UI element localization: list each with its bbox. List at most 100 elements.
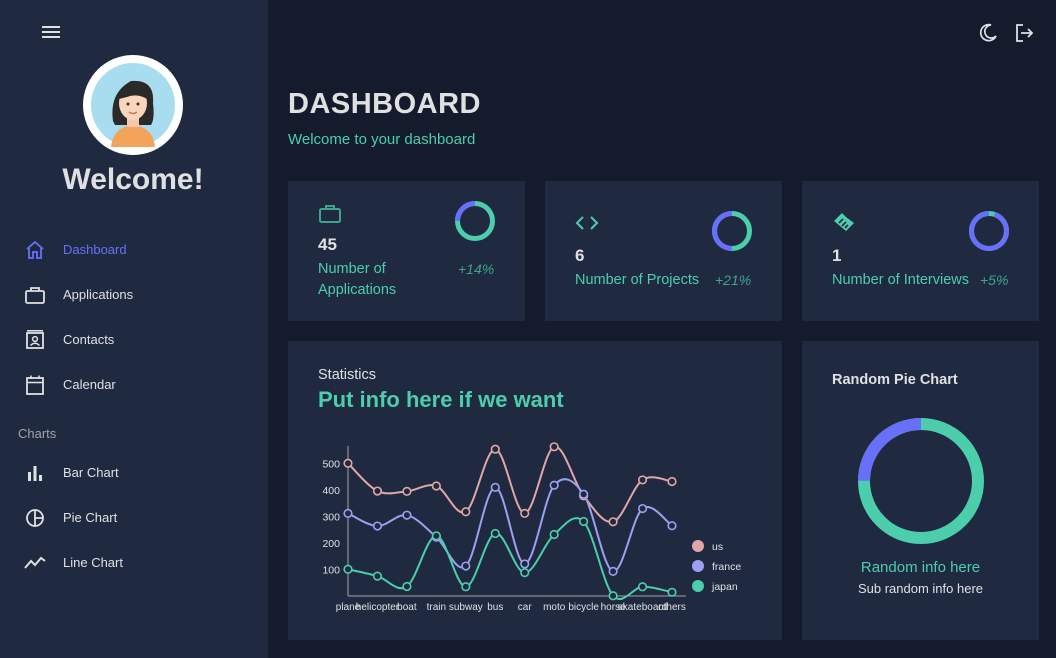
y-tick-label: 500: [322, 459, 340, 471]
briefcase-icon: [25, 287, 45, 304]
data-point-japan: [343, 564, 353, 574]
stat-label: Number of Interviews: [832, 272, 969, 288]
x-tick-label: boat: [397, 602, 417, 613]
progress-ring: [455, 201, 495, 241]
data-point-france: [549, 480, 559, 490]
pie-card: Random Pie Chart Random info here Sub ra…: [802, 341, 1039, 640]
data-point-us: [372, 486, 383, 496]
avatar: [83, 55, 183, 155]
x-tick-label: car: [518, 602, 533, 613]
stat-label: Number of Projects: [575, 272, 700, 288]
pie-card-title: Random Pie Chart: [832, 372, 958, 388]
x-tick-label: others: [658, 602, 686, 613]
legend-swatch-us: [692, 540, 704, 552]
legend-label-france: france: [712, 561, 741, 573]
data-point-france: [461, 561, 471, 571]
handshake-icon: [834, 213, 854, 231]
legend-label-japan: japan: [711, 581, 738, 593]
contacts-icon: [26, 330, 44, 349]
sidebar: Welcome! Dashboard Applications Contacts…: [0, 0, 268, 658]
x-tick-label: helicopter: [356, 602, 400, 613]
y-tick-label: 400: [322, 485, 340, 497]
line-chart-icon: [24, 556, 46, 569]
data-point-us: [608, 517, 618, 527]
stat-increase: +14%: [458, 261, 495, 277]
data-point-france: [637, 503, 648, 514]
data-point-france: [667, 521, 677, 531]
sidebar-item-calendar[interactable]: Calendar: [0, 365, 268, 405]
data-point-us: [667, 476, 677, 487]
pie-progress-ring: [858, 418, 984, 544]
data-point-japan: [402, 581, 412, 592]
data-point-us: [402, 486, 412, 496]
data-point-france: [402, 510, 412, 520]
pie-info: Random info here: [860, 559, 981, 576]
sidebar-item-label: Calendar: [63, 377, 116, 392]
stat-label-line: Number of: [318, 261, 386, 277]
statistics-card: Statistics Put info here if we want 100 2…: [288, 341, 782, 640]
data-point-japan: [579, 516, 589, 527]
home-icon: [26, 240, 44, 259]
sidebar-item-label: Line Chart: [63, 555, 123, 570]
data-point-japan: [520, 568, 530, 578]
series-line-us: [347, 445, 673, 523]
stat-increase: +21%: [715, 272, 752, 288]
data-point-us: [461, 507, 471, 517]
menu-icon[interactable]: [42, 24, 60, 40]
sidebar-item-label: Dashboard: [63, 242, 127, 257]
calendar-icon: [26, 375, 44, 395]
moon-icon[interactable]: [977, 22, 999, 44]
data-point-france: [579, 489, 589, 499]
sidebar-item-contacts[interactable]: Contacts: [0, 320, 268, 360]
x-tick-label: subway: [449, 602, 483, 613]
data-point-us: [343, 458, 353, 468]
sidebar-item-pie-chart[interactable]: Pie Chart: [0, 498, 268, 538]
data-point-us: [520, 508, 530, 518]
data-point-us: [490, 444, 500, 454]
line-chart: 100200300400500planehelicopterboat train s…: [322, 442, 741, 613]
sidebar-item-dashboard[interactable]: Dashboard: [0, 230, 268, 270]
sidebar-item-label: Applications: [63, 287, 134, 302]
data-point-france: [372, 521, 383, 531]
legend-label-us: us: [712, 541, 723, 553]
sidebar-item-label: Bar Chart: [63, 465, 119, 480]
stat-card-projects: 6 Number of Projects +21%: [545, 181, 782, 321]
stat-card-applications: 45 Number of Applications +14%: [288, 181, 525, 321]
x-tick-label: train: [427, 602, 446, 613]
progress-ring: [969, 211, 1009, 251]
pie-chart-icon: [26, 509, 44, 527]
section-label-charts: Charts: [18, 426, 57, 441]
stat-card-interviews: 1 Number of Interviews +5%: [802, 181, 1039, 321]
data-point-france: [343, 508, 353, 518]
data-point-japan: [637, 582, 648, 592]
stat-label: Number of Applications: [318, 259, 396, 301]
data-point-japan: [372, 571, 383, 581]
x-tick-label: bicycle: [568, 602, 599, 613]
progress-ring: [712, 211, 752, 251]
briefcase-icon: [319, 205, 341, 223]
stat-label-line: Applications: [318, 282, 397, 298]
bar-chart-icon: [28, 466, 42, 481]
data-point-france: [520, 559, 530, 569]
legend-swatch-japan: [692, 580, 704, 592]
logout-icon[interactable]: [1013, 22, 1035, 44]
data-point-japan: [608, 591, 618, 601]
code-icon: [575, 216, 599, 230]
sidebar-item-line-chart[interactable]: Line Chart: [0, 543, 268, 583]
stat-value: 45: [318, 235, 337, 254]
data-point-japan: [461, 582, 471, 592]
page-subtitle: Welcome to your dashboard: [288, 131, 476, 148]
sidebar-item-applications[interactable]: Applications: [0, 275, 268, 315]
stat-increase: +5%: [980, 272, 1009, 288]
data-point-france: [490, 482, 500, 492]
stat-value: 6: [575, 246, 585, 265]
sidebar-item-bar-chart[interactable]: Bar Chart: [0, 453, 268, 493]
welcome-text: Welcome!: [62, 163, 204, 196]
sidebar-item-label: Pie Chart: [63, 510, 118, 525]
page-title: DASHBOARD: [288, 88, 481, 120]
pie-sub-info: Sub random info here: [857, 581, 984, 596]
x-tick-label: moto: [543, 602, 566, 613]
data-point-us: [549, 442, 559, 452]
data-point-japan: [431, 531, 441, 541]
y-tick-label: 100: [322, 565, 340, 577]
